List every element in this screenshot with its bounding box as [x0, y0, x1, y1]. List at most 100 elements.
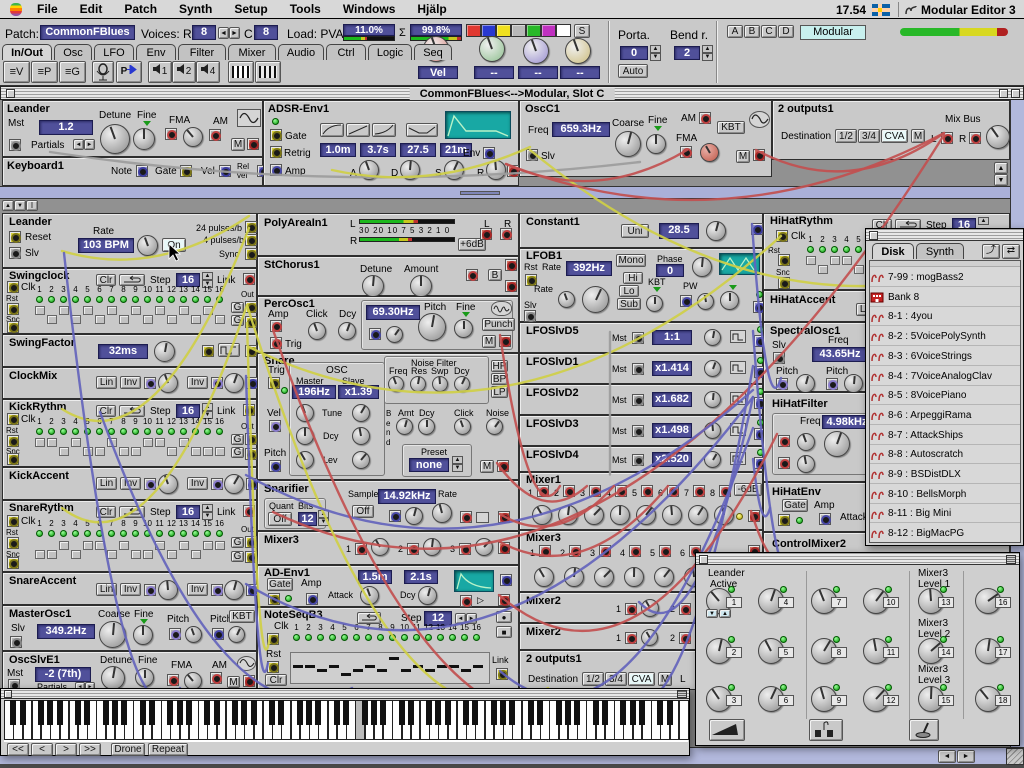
click-knob[interactable] [308, 322, 326, 340]
voices-c-value[interactable]: 8 [254, 25, 278, 40]
black-key[interactable] [371, 700, 377, 725]
mixer-level-knob[interactable] [564, 567, 584, 587]
step-button[interactable] [71, 315, 81, 324]
mute-button[interactable]: M [736, 150, 750, 163]
mixer-level-knob[interactable] [624, 567, 644, 587]
uni-button[interactable]: Uni [621, 224, 649, 238]
close-box[interactable] [6, 89, 15, 98]
inv2-button[interactable]: Inv [187, 477, 208, 490]
lin-button[interactable]: Lin [96, 376, 117, 389]
black-key[interactable] [167, 700, 173, 725]
step-button[interactable] [203, 541, 213, 550]
amp-port[interactable] [270, 320, 282, 332]
out2-port[interactable] [245, 551, 257, 563]
black-key[interactable] [343, 700, 349, 725]
note-bar[interactable] [365, 665, 375, 668]
inv2-button[interactable]: Inv [187, 376, 208, 389]
black-key[interactable] [75, 700, 81, 725]
black-key[interactable] [241, 700, 247, 725]
menu-file[interactable]: File [26, 0, 69, 19]
inv1-button[interactable]: Inv [120, 583, 141, 596]
morph-knob-4[interactable] [565, 38, 591, 64]
exp-shape-button[interactable] [372, 123, 396, 137]
tab-lfo[interactable]: LFO [94, 44, 134, 60]
step-button[interactable] [203, 306, 213, 315]
coarse-knob[interactable] [615, 131, 641, 157]
step-button[interactable] [47, 315, 57, 324]
step-button[interactable] [83, 541, 93, 550]
module-kickrythm[interactable]: KickRythm Clk Rst Snc Clr Step 16 ▲ ▼ Li… [2, 399, 257, 467]
keyboard-window-button[interactable] [228, 61, 254, 83]
mod1-port[interactable] [778, 435, 790, 447]
top-scroll-up[interactable]: ▲ [994, 162, 1008, 174]
out-port[interactable] [748, 510, 760, 522]
black-key[interactable] [463, 700, 469, 725]
step-button[interactable] [83, 306, 93, 315]
pitch1-port[interactable] [169, 628, 181, 640]
pitch-mod-port[interactable] [369, 328, 381, 340]
tab-seq[interactable]: Seq [414, 44, 452, 60]
note-bar[interactable] [437, 665, 447, 668]
out-port[interactable] [243, 675, 255, 687]
cable-color-chip[interactable] [496, 24, 511, 37]
mixer-level-knob[interactable] [688, 505, 708, 525]
black-key[interactable] [121, 700, 127, 725]
module-constant1[interactable]: Constant1 Uni 28.5 [519, 213, 763, 248]
mixer-level-knob[interactable] [423, 538, 441, 556]
out-port[interactable] [245, 345, 257, 357]
dest-12-button[interactable]: 1/2 [582, 672, 604, 686]
release-shape-button[interactable] [406, 123, 438, 137]
in-port[interactable] [460, 511, 472, 523]
vel-port[interactable] [219, 165, 231, 177]
partials-value[interactable]: 1.2 [39, 120, 93, 135]
sync-port[interactable] [245, 248, 257, 260]
close-box[interactable] [869, 231, 878, 240]
constant-value[interactable]: 28.5 [659, 223, 699, 239]
mst-port[interactable] [632, 394, 644, 406]
decay-value[interactable]: 3.7s [360, 143, 396, 157]
inv2-button[interactable]: Inv [187, 583, 208, 596]
quant-off-button[interactable]: Off [268, 512, 292, 526]
in1-port[interactable] [144, 584, 156, 596]
step-button[interactable] [854, 265, 864, 274]
kbd-btn-[interactable]: << [7, 743, 29, 756]
black-key[interactable] [491, 700, 497, 725]
ratio-knob[interactable] [704, 422, 721, 439]
black-key[interactable] [565, 700, 571, 725]
black-key[interactable] [630, 700, 636, 725]
module-swingclock[interactable]: Swingclock Clk Rst Snc Clr Step 16 ▲ ▼ L… [2, 268, 257, 334]
click-knob[interactable] [454, 418, 471, 435]
splitter-grip[interactable] [460, 191, 500, 195]
out-port[interactable] [498, 511, 510, 523]
env-audio-out-port[interactable] [507, 165, 519, 177]
step-button[interactable] [71, 550, 81, 559]
bend-value[interactable]: 2 [674, 46, 700, 60]
env-out-port[interactable] [483, 147, 495, 159]
black-key[interactable] [408, 700, 414, 725]
black-key[interactable] [509, 700, 515, 725]
a-knob[interactable] [359, 160, 379, 180]
mute-button[interactable]: M [227, 676, 240, 688]
tab-audio[interactable]: Audio [278, 44, 324, 60]
mute-button[interactable]: M [231, 138, 245, 151]
black-key[interactable] [269, 700, 275, 725]
slv-port[interactable] [526, 149, 538, 161]
pitch1-knob[interactable] [185, 626, 202, 643]
mixer-in-port[interactable] [719, 485, 731, 497]
collapse-box[interactable] [1011, 89, 1020, 98]
patch-list-item[interactable]: 8-3 : 6VoiceStrings [870, 347, 1020, 366]
mixer-level-knob[interactable] [714, 505, 734, 525]
dcy-knob[interactable] [418, 586, 437, 605]
ratio-value[interactable]: x1.414 [652, 361, 692, 376]
mst-port[interactable] [632, 332, 644, 344]
note-port[interactable] [136, 165, 148, 177]
black-key[interactable] [278, 700, 284, 725]
apple-menu-icon[interactable] [10, 3, 22, 16]
nf-dcy-knob[interactable] [454, 376, 470, 392]
module-masterosc1[interactable]: MasterOsc1 Slv 349.2Hz Coarse Fine Pitch… [2, 605, 257, 651]
slv-port[interactable] [9, 247, 21, 259]
black-key[interactable] [149, 700, 155, 725]
r-out-port[interactable] [505, 280, 517, 292]
ratio-knob[interactable] [704, 451, 721, 468]
bend-up[interactable]: ▲ [702, 45, 713, 53]
